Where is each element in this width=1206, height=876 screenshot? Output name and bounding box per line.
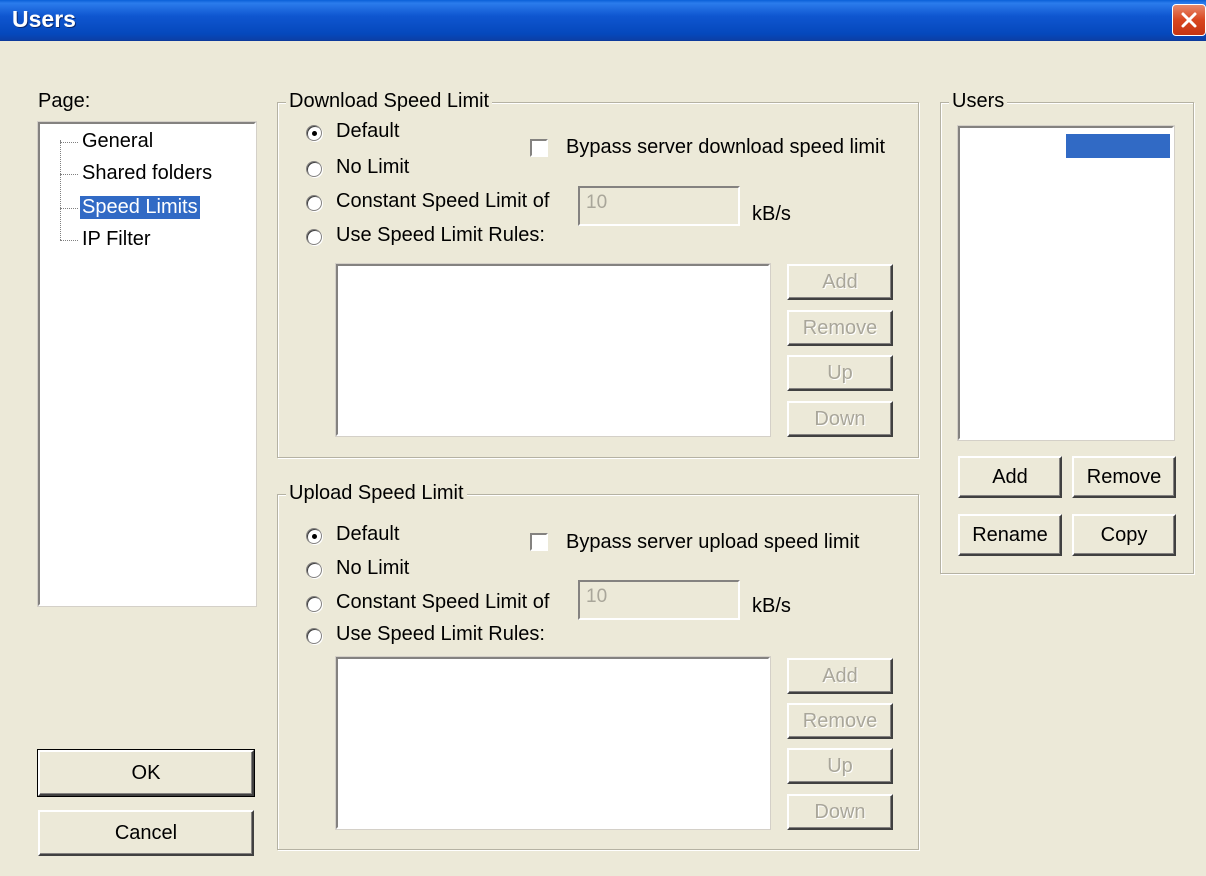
upload-rules-radio[interactable] bbox=[306, 628, 322, 644]
upload-rules-list[interactable] bbox=[335, 656, 771, 830]
download-rules-radio[interactable] bbox=[306, 229, 322, 245]
upload-remove-rule-button[interactable]: Remove bbox=[787, 703, 893, 739]
radio-dot bbox=[312, 534, 317, 539]
upload-default-label: Default bbox=[336, 523, 400, 545]
tree-item-ip-filter[interactable]: IP Filter bbox=[80, 228, 153, 251]
download-bypass-checkbox[interactable] bbox=[530, 139, 548, 157]
close-icon bbox=[1181, 12, 1197, 28]
close-button[interactable] bbox=[1172, 4, 1206, 36]
title-bar: Users bbox=[0, 0, 1206, 41]
tree-item-general[interactable]: General bbox=[80, 130, 155, 153]
rename-user-button[interactable]: Rename bbox=[958, 514, 1062, 556]
download-default-label: Default bbox=[336, 120, 400, 142]
download-default-radio[interactable] bbox=[306, 125, 322, 141]
tree-connector bbox=[60, 142, 78, 143]
upload-constant-radio[interactable] bbox=[306, 596, 322, 612]
tree-connector bbox=[60, 140, 61, 240]
upload-bypass-checkbox[interactable] bbox=[530, 533, 548, 551]
upload-up-rule-button[interactable]: Up bbox=[787, 748, 893, 784]
download-limit-input[interactable]: 10 bbox=[578, 186, 740, 226]
download-no-limit-label: No Limit bbox=[336, 156, 410, 178]
upload-unit-label: kB/s bbox=[752, 595, 791, 617]
users-group-title: Users bbox=[949, 90, 1008, 113]
window-title: Users bbox=[12, 6, 76, 32]
tree-connector bbox=[60, 208, 78, 209]
tree-item-speed-limits[interactable]: Speed Limits bbox=[80, 196, 200, 219]
download-rules-label: Use Speed Limit Rules: bbox=[336, 224, 545, 246]
tree-connector bbox=[60, 240, 78, 241]
radio-dot bbox=[312, 131, 317, 136]
download-group-title: Download Speed Limit bbox=[286, 90, 493, 113]
upload-limit-input[interactable]: 10 bbox=[578, 580, 740, 620]
download-rules-list[interactable] bbox=[335, 263, 771, 437]
page-tree[interactable]: General Shared folders Speed Limits IP F… bbox=[37, 121, 257, 607]
cancel-button[interactable]: Cancel bbox=[38, 810, 254, 856]
selected-user-row[interactable] bbox=[1066, 134, 1170, 158]
upload-group-title: Upload Speed Limit bbox=[286, 482, 467, 505]
upload-constant-label: Constant Speed Limit of bbox=[336, 591, 550, 613]
upload-down-rule-button[interactable]: Down bbox=[787, 794, 893, 830]
remove-user-button[interactable]: Remove bbox=[1072, 456, 1176, 498]
tree-item-shared-folders[interactable]: Shared folders bbox=[80, 162, 214, 185]
users-list[interactable] bbox=[957, 125, 1175, 441]
page-label: Page: bbox=[38, 90, 91, 112]
copy-user-button[interactable]: Copy bbox=[1072, 514, 1176, 556]
upload-default-radio[interactable] bbox=[306, 528, 322, 544]
download-bypass-label: Bypass server download speed limit bbox=[566, 136, 886, 158]
add-user-button[interactable]: Add bbox=[958, 456, 1062, 498]
download-up-rule-button[interactable]: Up bbox=[787, 355, 893, 391]
download-remove-rule-button[interactable]: Remove bbox=[787, 310, 893, 346]
upload-no-limit-radio[interactable] bbox=[306, 562, 322, 578]
download-no-limit-radio[interactable] bbox=[306, 161, 322, 177]
download-constant-label: Constant Speed Limit of bbox=[336, 190, 550, 212]
download-down-rule-button[interactable]: Down bbox=[787, 401, 893, 437]
download-constant-radio[interactable] bbox=[306, 195, 322, 211]
download-unit-label: kB/s bbox=[752, 203, 791, 225]
download-add-rule-button[interactable]: Add bbox=[787, 264, 893, 300]
upload-no-limit-label: No Limit bbox=[336, 557, 410, 579]
upload-rules-label: Use Speed Limit Rules: bbox=[336, 623, 545, 645]
upload-bypass-label: Bypass server upload speed limit bbox=[566, 531, 860, 553]
upload-add-rule-button[interactable]: Add bbox=[787, 658, 893, 694]
ok-button[interactable]: OK bbox=[37, 749, 255, 797]
tree-connector bbox=[60, 174, 78, 175]
